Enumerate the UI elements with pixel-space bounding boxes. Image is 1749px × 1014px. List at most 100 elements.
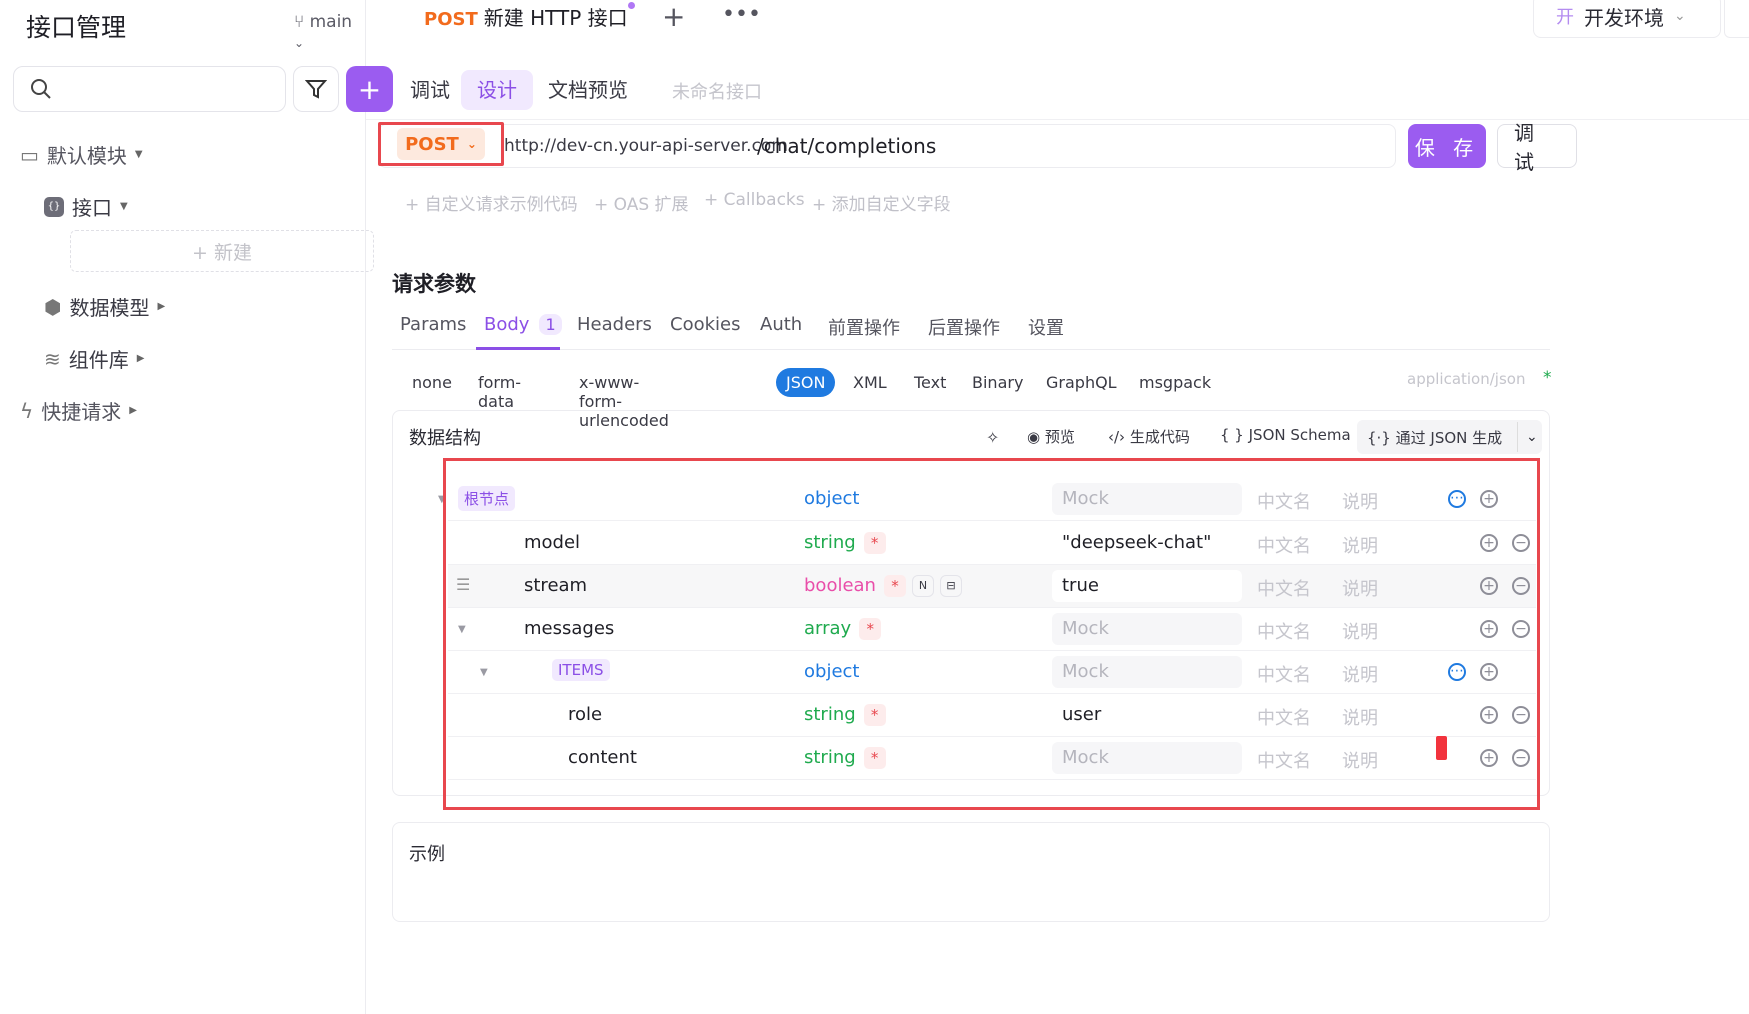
sidebar-item-default-module[interactable]: ▭ 默认模块 ▼ — [20, 140, 143, 169]
gen-code-button[interactable]: ‹/› 生成代码 — [1108, 426, 1190, 447]
eye-icon: ◉ — [1027, 428, 1045, 446]
env-selector[interactable]: 开 开发环境 ⌄ — [1533, 0, 1721, 38]
sub-tabs: 调试 设计 文档预览 未命名接口 — [366, 60, 1749, 120]
gen-from-json-label-wrap: {·} 通过 JSON 生成 — [1367, 427, 1502, 448]
method-select[interactable]: POST ⌄ — [397, 128, 485, 160]
tab-doc-preview[interactable]: 文档预览 — [532, 70, 644, 110]
body-type-text[interactable]: Text — [904, 368, 956, 397]
sidebar-item-label: 数据模型 — [69, 296, 150, 320]
filter-button[interactable] — [293, 66, 339, 112]
sidebar: 接口管理 ⑂ main ⌄ + ▭ 默认模块 ▼ {} 接口 ▼ + 新建 ⬢ … — [0, 0, 393, 1014]
tab-pre-ops[interactable]: 前置操作 — [828, 314, 900, 340]
layers-icon: ≋ — [44, 346, 61, 371]
chevron-down-icon: ⌄ — [466, 137, 477, 151]
host-url[interactable]: http://dev-cn.your-api-server.com — [504, 136, 788, 156]
sidebar-item-label: 接口 — [72, 196, 112, 220]
caret-right-icon: ▶ — [157, 301, 166, 312]
data-structure-title: 数据结构 — [409, 428, 481, 449]
tab-method: POST — [424, 9, 478, 30]
tab-title: 新建 HTTP 接口 — [483, 6, 628, 30]
param-tabs: Params Body 1 Headers Cookies Auth 前置操作 后… — [392, 306, 1550, 350]
tab-settings[interactable]: 设置 — [1028, 314, 1064, 340]
env-badge: 开 — [1556, 7, 1574, 28]
json-schema-button[interactable]: { } JSON Schema — [1220, 426, 1351, 444]
save-button[interactable]: 保 存 — [1408, 124, 1486, 168]
search-input[interactable] — [13, 66, 286, 112]
cube-icon: ⬢ — [44, 294, 62, 319]
folder-icon: ▭ — [20, 142, 39, 167]
branch-selector[interactable]: ⑂ main ⌄ — [294, 12, 365, 52]
new-item-button[interactable]: + 新建 — [70, 230, 374, 272]
lightning-icon: ϟ — [20, 398, 34, 423]
code-icon: ‹/› — [1108, 428, 1130, 446]
tab-bar: POST 新建 HTTP 接口 + ••• 开 开发环境 ⌄ — [366, 0, 1749, 38]
body-type-binary[interactable]: Binary — [962, 368, 1033, 397]
section-title: 请求参数 — [392, 272, 476, 296]
menu-icon[interactable] — [1724, 0, 1749, 38]
tab-new-http-api[interactable]: POST 新建 HTTP 接口 — [424, 2, 628, 31]
body-type-xml[interactable]: XML — [843, 368, 897, 397]
active-tab-underline — [476, 347, 560, 350]
gen-from-json-button[interactable]: {·} 通过 JSON 生成 ⌄ — [1357, 420, 1542, 454]
tab-debug[interactable]: 调试 — [394, 70, 466, 110]
tab-design[interactable]: 设计 — [461, 70, 533, 110]
branch-icon: ⑂ — [294, 12, 305, 32]
tab-cookies[interactable]: Cookies — [670, 314, 740, 335]
body-type-form-data[interactable]: form-data — [468, 368, 531, 416]
sidebar-item-label: 组件库 — [68, 348, 129, 372]
api-name-input[interactable]: 未命名接口 — [672, 78, 762, 104]
example-panel — [392, 822, 1550, 922]
gen-from-json-label: 通过 JSON 生成 — [1395, 429, 1503, 447]
tab-auth[interactable]: Auth — [760, 314, 802, 335]
body-type-json[interactable]: JSON — [776, 368, 836, 397]
example-title: 示例 — [409, 844, 445, 865]
tab-body[interactable]: Body 1 — [484, 314, 562, 335]
chevron-down-icon: ⌄ — [1674, 8, 1686, 24]
preview-label: 预览 — [1044, 428, 1075, 446]
tab-headers[interactable]: Headers — [577, 314, 652, 335]
chevron-down-icon[interactable]: ⌄ — [1517, 422, 1538, 452]
sidebar-item-label: 快捷请求 — [41, 400, 122, 424]
debug-button[interactable]: 调 试 — [1497, 121, 1577, 174]
sidebar-item-quick-request[interactable]: ϟ 快捷请求 ▶ — [20, 396, 137, 425]
ext-callbacks[interactable]: + Callbacks — [704, 190, 805, 210]
sidebar-item-components[interactable]: ≋ 组件库 ▶ — [44, 344, 144, 373]
add-tab-button[interactable]: + — [662, 0, 685, 33]
sidebar-item-data-model[interactable]: ⬢ 数据模型 ▶ — [44, 292, 165, 321]
braces-icon: { } — [1220, 426, 1249, 444]
content-type-required: * — [1543, 368, 1552, 388]
body-type-graphql[interactable]: GraphQL — [1036, 368, 1127, 397]
filter-icon — [305, 80, 327, 99]
caret-right-icon: ▶ — [136, 353, 145, 364]
content-type-label: application/json — [1407, 370, 1526, 388]
env-name: 开发环境 — [1584, 5, 1664, 30]
api-icon: {} — [44, 196, 64, 217]
sidebar-item-label: 默认模块 — [46, 144, 127, 168]
tab-post-ops[interactable]: 后置操作 — [928, 314, 1000, 340]
sidebar-item-api[interactable]: {} 接口 ▼ — [44, 192, 128, 221]
red-marker — [1436, 736, 1447, 760]
branch-label: main — [309, 12, 353, 32]
caret-down-icon: ▼ — [120, 201, 128, 212]
body-type-none[interactable]: none — [402, 368, 462, 397]
caret-right-icon: ▶ — [129, 405, 137, 416]
ext-custom-example[interactable]: + 自定义请求示例代码 — [405, 190, 578, 215]
caret-down-icon: ▼ — [134, 149, 143, 160]
braces-icon: {·} — [1367, 429, 1396, 447]
tab-params[interactable]: Params — [400, 314, 466, 335]
highlight-box — [443, 458, 1540, 810]
path-input[interactable]: /chat/completions — [757, 134, 936, 158]
ext-oas[interactable]: + OAS 扩展 — [594, 190, 689, 215]
unsaved-dot — [628, 2, 635, 9]
body-type-msgpack[interactable]: msgpack — [1129, 368, 1221, 397]
json-schema-label: JSON Schema — [1248, 426, 1351, 444]
sidebar-title: 接口管理 — [26, 13, 127, 42]
more-tabs-icon[interactable]: ••• — [722, 2, 761, 27]
body-count-badge: 1 — [539, 314, 562, 335]
gen-code-label: 生成代码 — [1129, 428, 1190, 446]
preview-button[interactable]: ◉ 预览 — [1027, 426, 1075, 447]
ext-custom-field[interactable]: + 添加自定义字段 — [812, 190, 951, 215]
method-label: POST — [405, 133, 459, 155]
tab-body-label: Body — [484, 314, 530, 335]
magic-wand-icon[interactable]: ✧ — [986, 428, 999, 447]
